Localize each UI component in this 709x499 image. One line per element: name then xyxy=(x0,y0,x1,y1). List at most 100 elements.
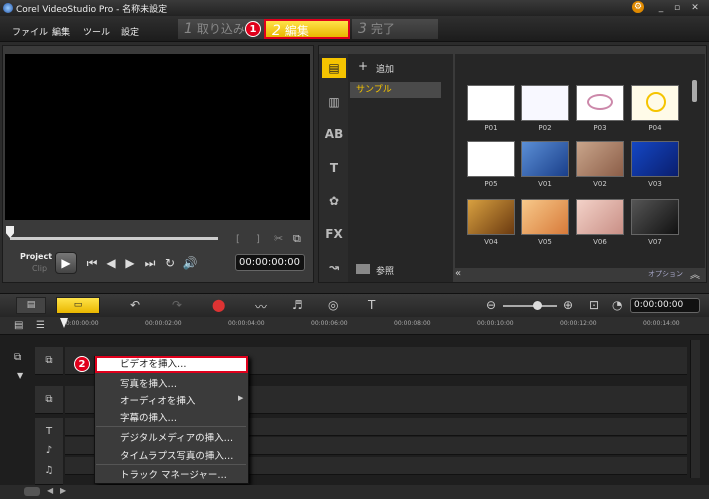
end-icon[interactable]: ⏭ xyxy=(142,256,158,271)
title-tab-icon[interactable]: T xyxy=(322,158,346,178)
transition-tab-icon[interactable]: AB xyxy=(322,124,346,144)
options-chevron-icon[interactable]: ︽ xyxy=(690,266,700,281)
thumbnail-label: P02 xyxy=(538,124,552,132)
zoom-out-icon[interactable]: ⊖ xyxy=(486,298,496,312)
menu-item-insert-subtitle[interactable]: 字幕の挿入… xyxy=(120,410,177,424)
menu-settings[interactable]: 設定 xyxy=(121,25,139,38)
show-all-tracks-icon[interactable]: ⧉ xyxy=(14,352,21,363)
sound-mixer-icon[interactable]: 〰 xyxy=(255,298,267,315)
storyboard-view-icon[interactable]: ▤ xyxy=(16,297,46,314)
thumbnail-p02[interactable] xyxy=(521,85,569,121)
thumbnail-p01[interactable] xyxy=(467,85,515,121)
video-track-header-icon[interactable]: ⧉ xyxy=(35,347,63,375)
repeat-icon[interactable]: ↻ xyxy=(162,256,178,270)
ruler-label: 00:00:06:00 xyxy=(311,320,348,327)
thumbnail-p05[interactable] xyxy=(467,141,515,177)
ruler-label: 00:00:00:00 xyxy=(62,320,99,327)
browse-label[interactable]: 参照 xyxy=(376,264,394,277)
menu-item-insert-photo[interactable]: 写真を挿入… xyxy=(120,376,177,390)
menu-edit[interactable]: 編集 xyxy=(52,25,70,38)
graphic-tab-icon[interactable]: ✿ xyxy=(322,191,346,211)
thumbnail-label: P05 xyxy=(484,180,498,188)
timeline-vertical-scrollbar[interactable] xyxy=(690,340,700,478)
menu-tools[interactable]: ツール xyxy=(83,25,110,38)
subtitle-editor-icon[interactable]: T xyxy=(368,298,375,312)
zoom-slider[interactable] xyxy=(503,305,557,307)
scroll-left-icon[interactable]: ◀ xyxy=(47,486,53,495)
thumbnail-p03[interactable] xyxy=(576,85,624,121)
restore-icon[interactable]: ▫ xyxy=(670,2,684,14)
zoom-in-icon[interactable]: ⊕ xyxy=(563,298,573,312)
undo-icon[interactable]: ↶ xyxy=(130,298,140,312)
library-scrollbar[interactable] xyxy=(692,80,697,102)
step-share-tab[interactable]: 3 完了 xyxy=(352,19,438,39)
thumbnail-v06[interactable] xyxy=(576,199,624,235)
menu-item-insert-timelapse[interactable]: タイムラプス写真の挿入… xyxy=(120,448,233,462)
scroll-right-icon[interactable]: ▶ xyxy=(60,486,66,495)
menu-file[interactable]: ファイル xyxy=(12,25,48,38)
enlarge-icon[interactable]: ⧉ xyxy=(293,232,301,246)
ruler-label: 00:00:04:00 xyxy=(228,320,265,327)
mark-out-button[interactable]: ] xyxy=(256,234,260,245)
add-icon[interactable]: + xyxy=(358,59,368,73)
collapse-icon[interactable]: « xyxy=(455,268,467,280)
close-icon[interactable]: ✕ xyxy=(688,2,702,14)
thumbnail-p04[interactable] xyxy=(631,85,679,121)
thumbnail-label: V04 xyxy=(484,238,498,246)
thumbnail-v07[interactable] xyxy=(631,199,679,235)
home-icon[interactable]: ⏮ xyxy=(84,256,100,271)
motion-tracking-icon[interactable]: ◎ xyxy=(328,298,338,312)
minimize-icon[interactable]: _ xyxy=(654,2,668,14)
thumbnail-v05[interactable] xyxy=(521,199,569,235)
status-bar xyxy=(0,485,709,499)
next-frame-icon[interactable]: ▶ xyxy=(122,256,138,270)
info-icon[interactable]: ⚙ xyxy=(632,1,644,13)
step-edit-tab[interactable]: 2 編集 xyxy=(264,19,350,39)
mark-in-button[interactable]: [ xyxy=(236,234,240,245)
timeline-ruler[interactable] xyxy=(0,317,709,335)
menu-item-insert-audio[interactable]: オーディオを挿入 xyxy=(120,393,195,407)
browse-icon[interactable] xyxy=(356,264,370,274)
project-mode-label[interactable]: Project xyxy=(20,252,52,261)
ruler-label: 00:00:08:00 xyxy=(394,320,431,327)
fit-project-icon[interactable]: ⊡ xyxy=(589,298,599,312)
thumbnail-v02[interactable] xyxy=(576,141,624,177)
options-label[interactable]: オプション xyxy=(648,269,683,279)
instant-project-tab-icon[interactable]: ▥ xyxy=(322,92,346,112)
preview-timecode[interactable]: 00:00:00:00 xyxy=(235,254,305,271)
zoom-slider-handle[interactable] xyxy=(533,301,542,310)
timeline-view-icon[interactable]: ▭ xyxy=(56,297,100,314)
timeline-timecode[interactable]: 0:00:00:00 xyxy=(630,298,700,313)
track-manager-icon[interactable]: ▤ xyxy=(14,320,23,331)
thumbnail-v04[interactable] xyxy=(467,199,515,235)
thumbnail-v03[interactable] xyxy=(631,141,679,177)
redo-icon[interactable]: ↷ xyxy=(172,298,182,312)
previous-frame-icon[interactable]: ◀ xyxy=(103,256,119,270)
annotation-badge-1: 1 xyxy=(245,21,261,37)
folder-item-sample[interactable]: サンプル xyxy=(350,82,441,98)
menu-item-insert-video[interactable]: ビデオを挿入… xyxy=(95,356,248,373)
toggle-icon[interactable] xyxy=(24,487,40,496)
menu-item-track-manager[interactable]: トラック マネージャー… xyxy=(120,467,227,481)
record-capture-icon[interactable]: ⬤ xyxy=(212,298,225,312)
add-folder-label[interactable]: 追加 xyxy=(376,62,394,75)
scissors-icon[interactable]: ✂ xyxy=(274,232,283,245)
path-tab-icon[interactable]: ↝ xyxy=(322,257,346,277)
thumbnail-v01[interactable] xyxy=(521,141,569,177)
expand-icon[interactable]: ▼ xyxy=(17,371,23,380)
volume-icon[interactable]: 🔊 xyxy=(182,256,198,270)
filter-tab-icon[interactable]: FX xyxy=(322,224,346,244)
play-button[interactable]: ▶ xyxy=(55,252,77,274)
menu-item-insert-digital-media[interactable]: デジタルメディアの挿入… xyxy=(120,430,233,444)
overlay-track-header-icon[interactable]: ⧉ xyxy=(35,386,63,414)
chapter-icon[interactable]: ☰ xyxy=(36,320,45,331)
preview-screen xyxy=(5,54,310,220)
media-tab-icon[interactable]: ▤ xyxy=(322,58,346,78)
ruler-label: 00:00:02:00 xyxy=(145,320,182,327)
music-track-header-icon[interactable]: ♫ xyxy=(35,457,63,485)
project-duration-icon[interactable]: ◔ xyxy=(612,298,622,312)
scrub-bar[interactable] xyxy=(10,237,218,240)
clip-mode-label[interactable]: Clip xyxy=(32,264,47,273)
submenu-arrow-icon: ▶ xyxy=(238,394,244,402)
auto-music-icon[interactable]: ♬ xyxy=(292,298,303,312)
